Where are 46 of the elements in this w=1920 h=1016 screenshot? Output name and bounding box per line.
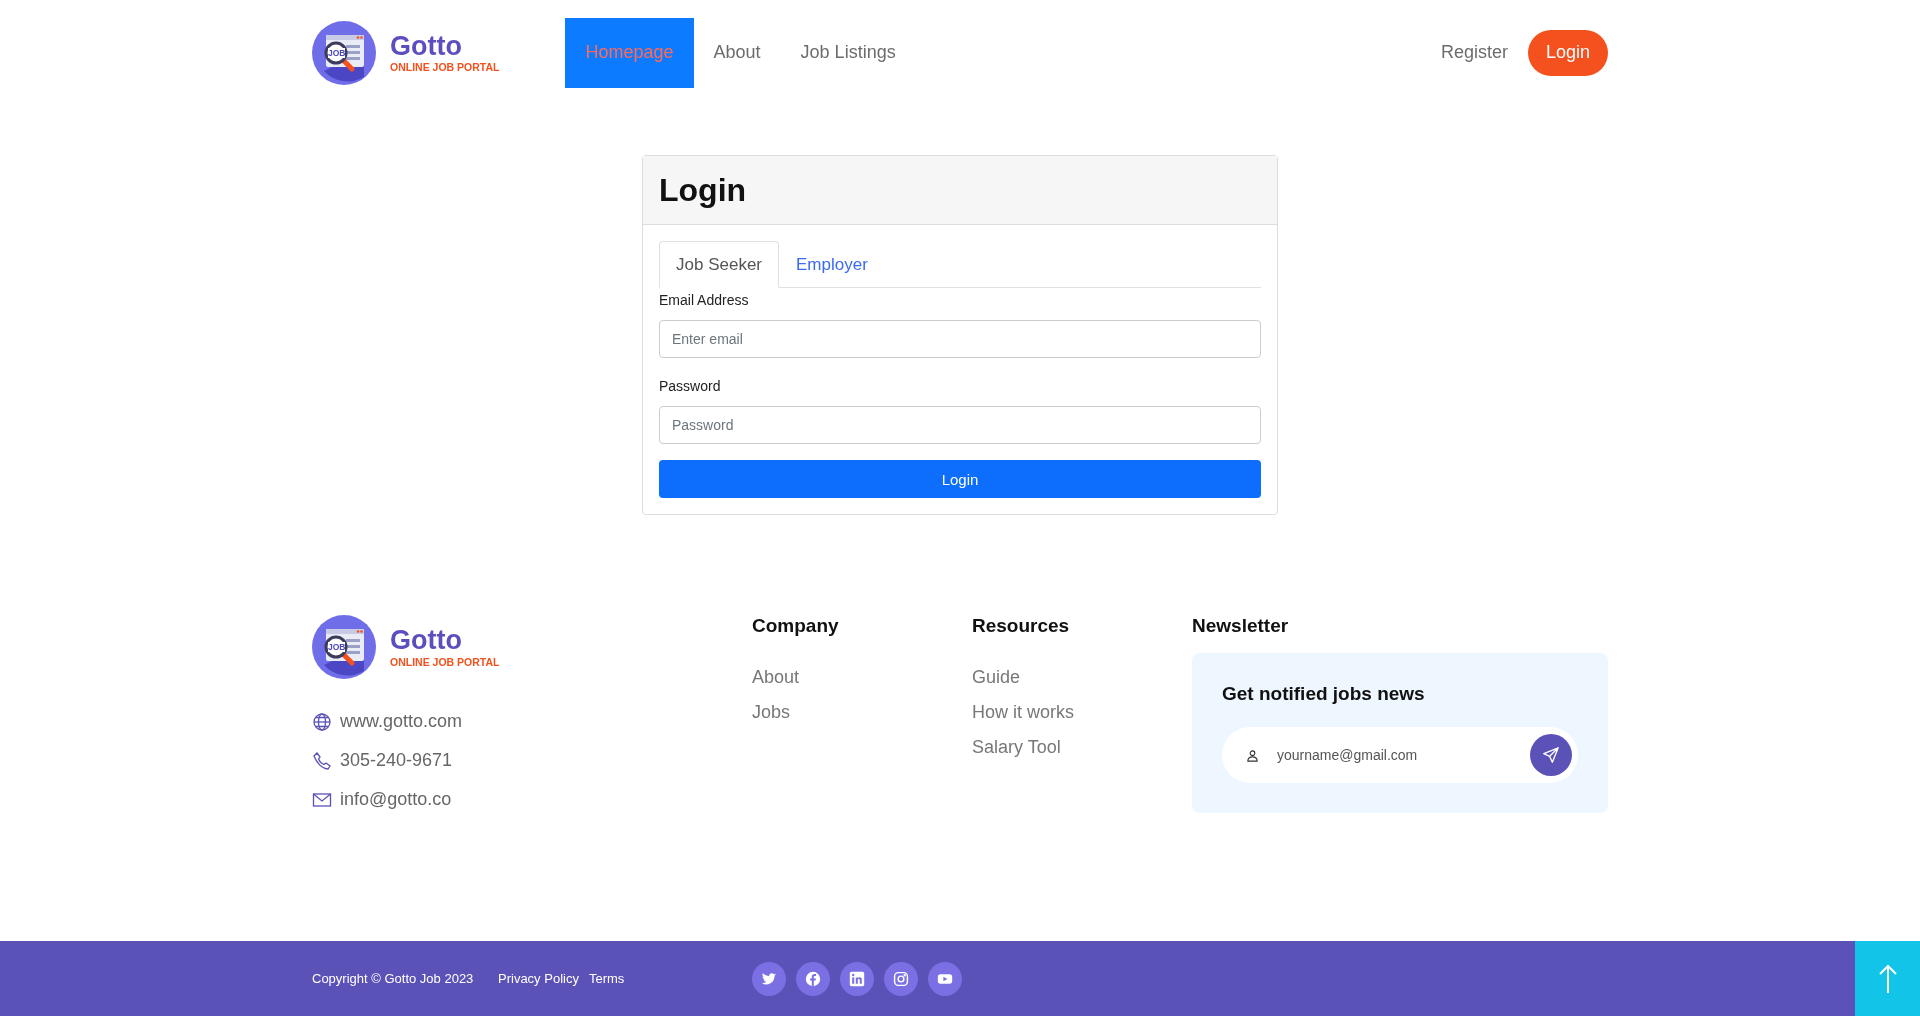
logo-icon [312, 615, 376, 679]
column-title: Resources [972, 615, 1071, 637]
globe-icon [312, 711, 332, 732]
f-circle-icon[interactable] [796, 961, 830, 996]
footer-link[interactable]: Salary Tool [972, 737, 1192, 758]
play-icon[interactable] [928, 961, 962, 996]
logo-name: Gotto [390, 31, 463, 62]
field-label: Email Address [659, 292, 750, 308]
field-label: Password [659, 378, 722, 394]
send-icon [1542, 746, 1560, 764]
password-field[interactable]: Password [659, 406, 1261, 444]
submit-button[interactable]: Login [659, 460, 1261, 498]
account-type-tab[interactable]: Job Seeker [659, 241, 779, 288]
contact-text: www.gotto.com [340, 711, 463, 732]
footer-link[interactable]: Guide [972, 667, 1192, 688]
logo-icon [312, 20, 376, 85]
logo-badge-text: JOB [328, 642, 346, 652]
camera-icon[interactable] [884, 961, 918, 996]
column-title: Newsletter [1192, 615, 1290, 637]
column-title: Company [752, 615, 840, 637]
nav-link[interactable]: Job Listings [780, 17, 916, 88]
user-icon [1246, 748, 1259, 762]
legal-link[interactable]: Terms [588, 971, 625, 986]
logo-name: Gotto [390, 626, 463, 656]
logo-badge-text: JOB [328, 47, 346, 58]
logo-tagline: ONLINE JOB PORTAL [390, 655, 500, 668]
email-field[interactable]: Enter email [659, 320, 1261, 358]
legal-link[interactable]: Privacy Policy [498, 971, 579, 986]
footer-link[interactable]: About [752, 667, 972, 688]
footer-link[interactable]: How it works [972, 702, 1192, 723]
footer-link[interactable]: Jobs [752, 702, 972, 723]
card-title: Login [659, 171, 747, 209]
contact-text: 305-240-9671 [340, 750, 453, 771]
phone-icon [312, 750, 332, 771]
account-type-tab[interactable]: Employer [779, 241, 885, 288]
send-button[interactable] [1530, 734, 1572, 776]
nav-link[interactable]: About [693, 17, 781, 88]
copyright-text: Copyright © Gotto Job 2023 [312, 971, 475, 986]
contact-text: info@gotto.co [340, 789, 452, 810]
login-button[interactable]: Login [1527, 29, 1608, 76]
register-link[interactable]: Register [1440, 42, 1508, 63]
logo-tagline: ONLINE JOB PORTAL [390, 61, 500, 74]
bird-icon[interactable] [752, 961, 786, 996]
newsletter-heading: Get notified jobs news [1222, 683, 1426, 705]
arrow-up-icon [1877, 962, 1898, 995]
newsletter-email-field[interactable]: yourname@gmail.com [1275, 746, 1514, 764]
